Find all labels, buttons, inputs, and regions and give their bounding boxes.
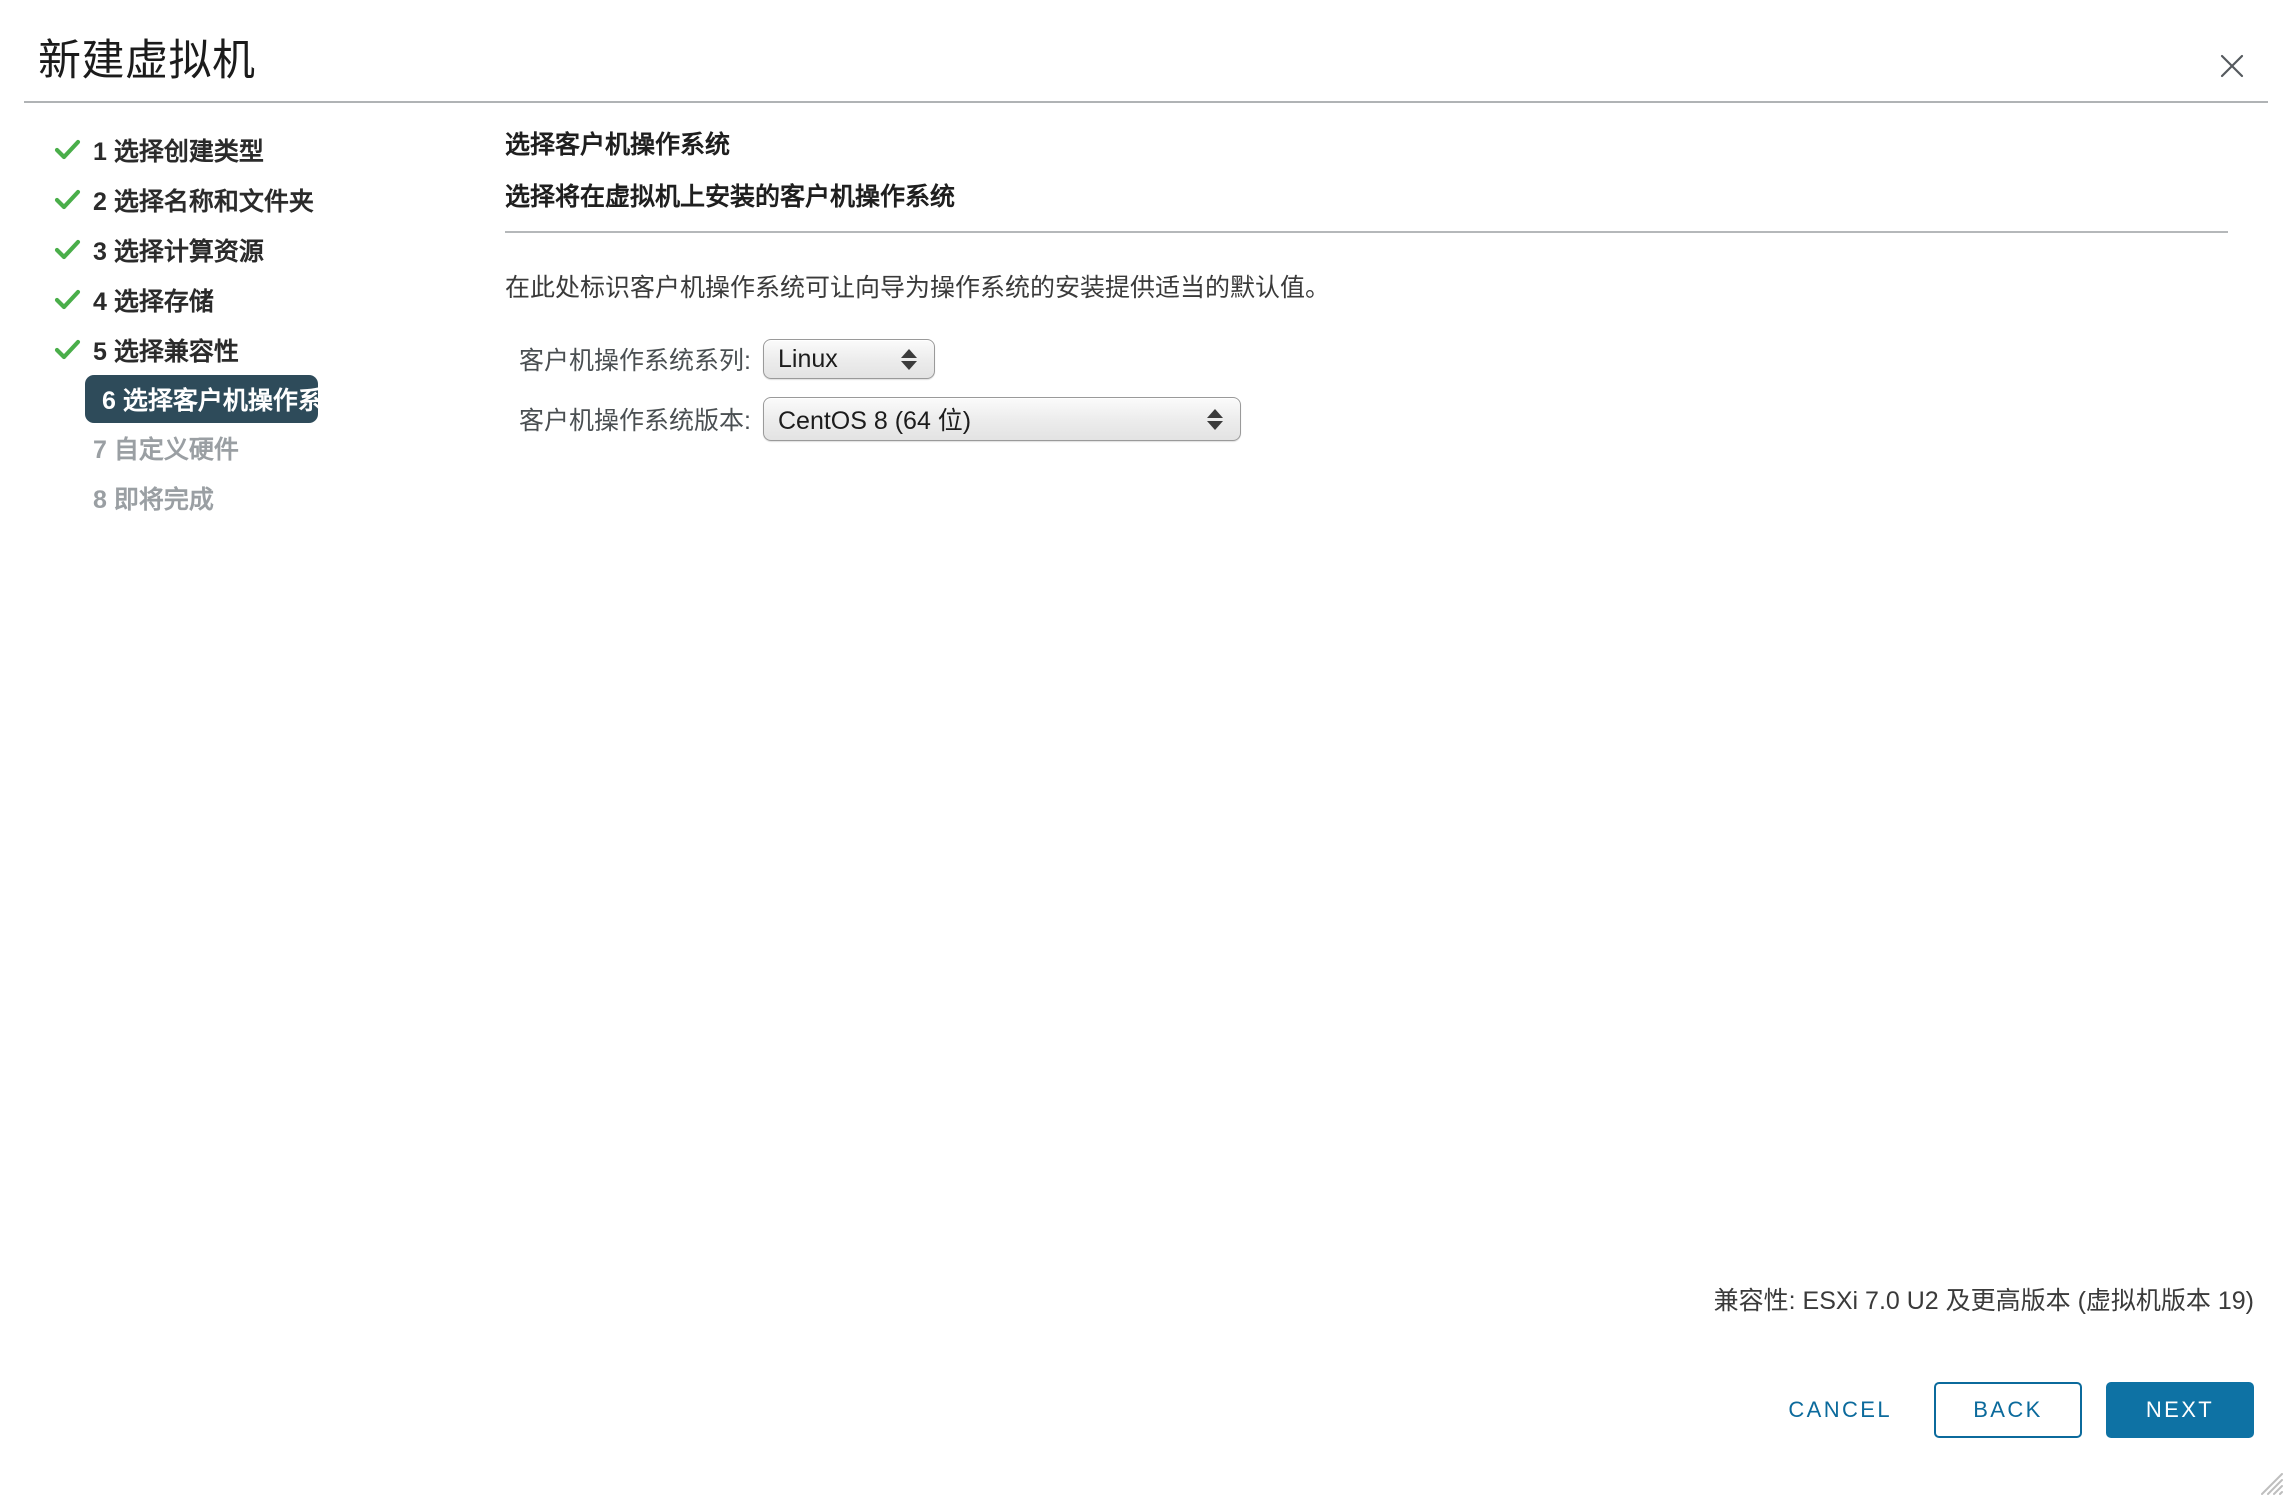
checkmark-icon xyxy=(52,335,82,365)
content-heading: 选择客户机操作系统 xyxy=(505,131,731,159)
stepper-arrows-icon[interactable] xyxy=(1198,408,1232,430)
compatibility-text: 兼容性: ESXi 7.0 U2 及更高版本 (虚拟机版本 19) xyxy=(1713,1287,2254,1315)
stepper-arrows-icon[interactable] xyxy=(892,348,926,370)
guest-os-form: 客户机操作系统系列: Linux 客户机操作系统版本: CentOS 8 (64… xyxy=(505,336,2255,442)
os-family-label: 客户机操作系统系列: xyxy=(519,347,751,375)
checkmark-icon xyxy=(52,285,82,315)
sidebar-step-label: 8 即将完成 xyxy=(93,486,214,514)
os-family-selected-value: Linux xyxy=(778,344,838,373)
sidebar-step-1[interactable]: 1 选择创建类型 xyxy=(0,125,470,175)
close-icon[interactable] xyxy=(2210,44,2254,88)
sidebar-step-2[interactable]: 2 选择名称和文件夹 xyxy=(0,175,470,225)
dialog-header: 新建虚拟机 xyxy=(0,0,2292,110)
resize-grip-handle[interactable] xyxy=(2256,1468,2284,1496)
chevron-up-icon xyxy=(1207,408,1223,418)
form-row-os-family: 客户机操作系统系列: Linux xyxy=(505,336,2255,382)
sidebar-step-5[interactable]: 5 选择兼容性 xyxy=(0,325,470,375)
header-divider xyxy=(24,101,2268,103)
chevron-down-icon xyxy=(1207,420,1223,430)
os-version-select[interactable]: CentOS 8 (64 位) xyxy=(763,397,1241,441)
checkmark-icon xyxy=(52,235,82,265)
sidebar-step-label: 7 自定义硬件 xyxy=(93,436,239,464)
form-row-os-version: 客户机操作系统版本: CentOS 8 (64 位) xyxy=(505,396,2255,442)
sidebar-step-label: 2 选择名称和文件夹 xyxy=(93,188,314,216)
sidebar-step-6-active[interactable]: 6 选择客户机操作系统 xyxy=(85,375,348,423)
sidebar-step-label: 1 选择创建类型 xyxy=(93,138,264,166)
cancel-button[interactable]: CANCEL xyxy=(1770,1382,1910,1438)
wizard-step-list: 1 选择创建类型 2 选择名称和文件夹 3 选择计算资源 4 选择存储 5 选择… xyxy=(0,125,470,523)
back-button[interactable]: BACK xyxy=(1934,1382,2082,1438)
page-title: 新建虚拟机 xyxy=(38,37,256,85)
new-virtual-machine-dialog: 新建虚拟机 1 选择创建类型 2 选择名称和文件夹 3 选择计算资源 4 选择存… xyxy=(0,0,2292,1502)
sidebar-step-label: 3 选择计算资源 xyxy=(93,238,264,266)
sidebar-step-4[interactable]: 4 选择存储 xyxy=(0,275,470,325)
next-button[interactable]: NEXT xyxy=(2106,1382,2254,1438)
content-subheading: 选择将在虚拟机上安装的客户机操作系统 xyxy=(505,183,956,211)
sidebar-step-7[interactable]: 7 自定义硬件 xyxy=(0,423,470,473)
os-version-selected-value: CentOS 8 (64 位) xyxy=(778,407,972,435)
sidebar-step-3[interactable]: 3 选择计算资源 xyxy=(0,225,470,275)
chevron-up-icon xyxy=(901,348,917,358)
sidebar-step-label: 5 选择兼容性 xyxy=(93,338,239,366)
checkmark-icon xyxy=(52,185,82,215)
dialog-footer-buttons: CANCEL BACK NEXT xyxy=(1770,1382,2254,1438)
chevron-down-icon xyxy=(901,360,917,370)
sidebar-step-label: 6 选择客户机操作系统 xyxy=(102,387,348,415)
os-version-label: 客户机操作系统版本: xyxy=(519,407,751,435)
os-family-select[interactable]: Linux xyxy=(763,339,935,379)
content-description: 在此处标识客户机操作系统可让向导为操作系统的安装提供适当的默认值。 xyxy=(505,274,1331,302)
main-content: 选择客户机操作系统 选择将在虚拟机上安装的客户机操作系统 在此处标识客户机操作系… xyxy=(505,125,2255,456)
content-divider xyxy=(505,231,2228,233)
sidebar-step-8[interactable]: 8 即将完成 xyxy=(0,473,470,523)
checkmark-icon xyxy=(52,135,82,165)
